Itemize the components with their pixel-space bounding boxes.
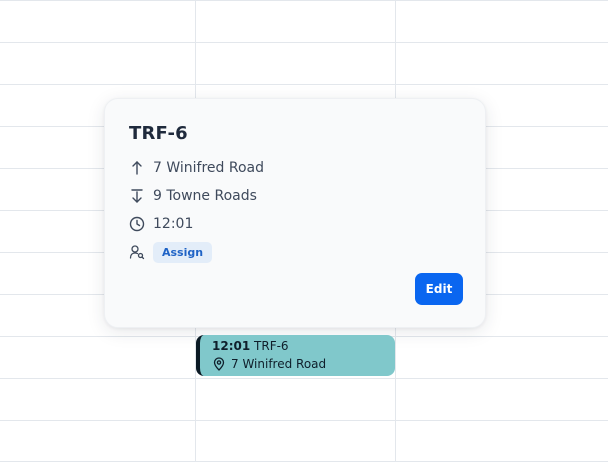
time-row: 12:01 [129, 213, 193, 235]
pickup-address: 7 Winifred Road [153, 160, 265, 176]
arrow-down-icon [129, 188, 145, 204]
pickup-row: 7 Winifred Road [129, 157, 264, 179]
calendar-event[interactable]: 12:01 TRF-6 7 Winifred Road [196, 335, 395, 376]
grid-row-divider [0, 378, 608, 379]
event-time: 12:01 [153, 216, 194, 232]
clock-icon [129, 216, 145, 232]
grid-row-divider [0, 0, 608, 1]
user-search-icon [129, 244, 145, 260]
popover-title: TRF-6 [129, 123, 188, 144]
grid-row-divider [0, 420, 608, 421]
event-details-popover: TRF-6 7 Winifred Road 9 Towne Roads 12:0… [104, 98, 486, 328]
event-summary: 12:01 TRF-6 [212, 339, 289, 353]
grid-row-divider [0, 42, 608, 43]
arrow-up-icon [129, 160, 145, 176]
calendar-view: TRF-6 7 Winifred Road 9 Towne Roads 12:0… [0, 0, 608, 462]
dropoff-row: 9 Towne Roads [129, 185, 257, 207]
edit-button[interactable]: Edit [415, 273, 463, 305]
event-location: 7 Winifred Road [212, 357, 326, 371]
event-block-location: 7 Winifred Road [231, 357, 327, 371]
dropoff-address: 9 Towne Roads [153, 188, 257, 204]
assign-row: Assign [129, 241, 213, 263]
assign-button[interactable]: Assign [153, 241, 213, 263]
event-block-time: 12:01 [212, 339, 251, 353]
map-pin-icon [212, 357, 226, 371]
event-block-code: TRF-6 [254, 339, 289, 353]
grid-row-divider [0, 84, 608, 85]
